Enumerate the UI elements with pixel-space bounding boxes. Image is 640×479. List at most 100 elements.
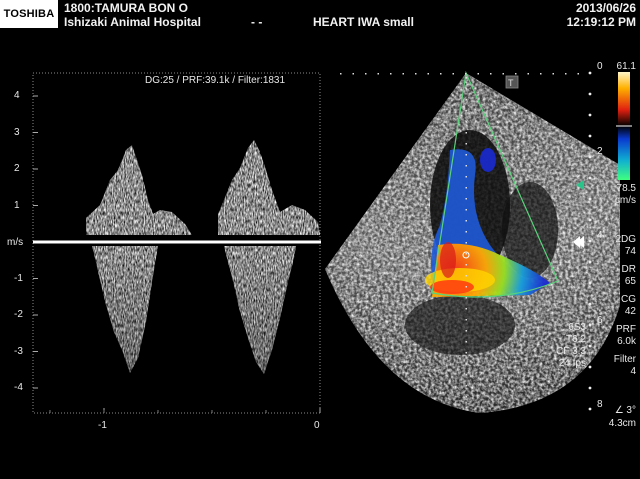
- scan-line-dot: [465, 231, 467, 233]
- setting-value: 42: [624, 306, 636, 317]
- depth-dot: [588, 344, 592, 348]
- scan-line-dot: [465, 308, 467, 310]
- depth-dot: [588, 302, 592, 306]
- top-scale-dot: [490, 73, 492, 75]
- scan-line-dot: [465, 99, 467, 101]
- color-velocity-scale: [616, 72, 632, 180]
- settings-panel: 2DG 74 DR 65 CG 42 PRF 6.0k Filter 4: [596, 234, 636, 378]
- scan-line-dot: [465, 407, 467, 409]
- pw-doppler-spectrum: [32, 72, 321, 414]
- focus-marker-icon: [576, 180, 584, 190]
- depth-dot: [588, 71, 592, 75]
- depth-dot: [588, 176, 592, 180]
- top-scale-dot: [452, 73, 454, 75]
- top-scale-dot: [540, 73, 542, 75]
- scan-line-dot: [465, 198, 467, 200]
- depth-dot: [588, 134, 592, 138]
- color-scale-max: 61.1: [616, 61, 636, 72]
- scan-line-dot: [465, 143, 467, 145]
- depth-mark-label: 2: [597, 145, 603, 157]
- setting-label: 2DG: [615, 234, 636, 245]
- scan-line-dot: [465, 275, 467, 277]
- scan-line-dot: [465, 110, 467, 112]
- scan-line-dot: [465, 352, 467, 354]
- velocity-unit: m/s: [7, 237, 24, 248]
- probe-info: 6S3 T6.2 CF 3.3 24 fps: [540, 322, 586, 370]
- top-scale-dot: [565, 73, 567, 75]
- depth-dot: [588, 113, 592, 117]
- top-scale-dot: [402, 73, 404, 75]
- scan-line-dot: [465, 176, 467, 178]
- depth-dot: [588, 260, 592, 264]
- probe-model: 6S3: [568, 322, 586, 333]
- scan-line-dot: [465, 88, 467, 90]
- scan-line-dot: [465, 330, 467, 332]
- depth-dot: [588, 281, 592, 285]
- steering-angle: ∠ 3°: [614, 405, 636, 416]
- setting-label: CG: [621, 294, 636, 305]
- top-dotted-scale: [340, 73, 579, 75]
- velocity-tick-label: 2: [14, 163, 20, 174]
- top-scale-dot: [390, 73, 392, 75]
- scan-line-dot: [465, 264, 467, 266]
- exam-date: 2013/06/26: [575, 1, 636, 15]
- scan-line-dot: [465, 374, 467, 376]
- scan-line-dot: [465, 132, 467, 134]
- setting-label: DR: [621, 264, 636, 275]
- color-scale-min: 78.5: [616, 183, 636, 194]
- color-doppler-sector-image: T: [325, 70, 620, 413]
- depth-dot: [588, 92, 592, 96]
- setting-value: 65: [624, 276, 636, 287]
- velocity-tick-label: 3: [14, 126, 20, 138]
- focus-markers: [573, 180, 584, 248]
- scan-line-dot: [465, 385, 467, 387]
- top-scale-dot: [365, 73, 367, 75]
- depth-dot: [588, 218, 592, 222]
- spectral-envelope-positive: [86, 140, 320, 235]
- velocity-tick-label: 1: [14, 199, 20, 211]
- scan-line-dot: [465, 209, 467, 211]
- scan-line-dot: [465, 253, 467, 255]
- depth-mark-label: 8: [597, 399, 603, 410]
- exam-time: 12:19:12 PM: [566, 15, 636, 29]
- setting-value: 74: [624, 246, 636, 257]
- depth-dot: [588, 155, 592, 159]
- depth-dot: [588, 365, 592, 369]
- color-scale-unit: cm/s: [614, 195, 636, 206]
- top-scale-dot: [552, 73, 554, 75]
- setting-prf: PRF 6.0k: [596, 324, 636, 348]
- velocity-tick-label: 4: [14, 90, 20, 101]
- setting-value: 4: [630, 366, 636, 377]
- setting-2dg: 2DG 74: [596, 234, 636, 258]
- velocity-tick-label: -2: [14, 309, 23, 320]
- scan-line-dot: [465, 220, 467, 222]
- top-scale-dot: [515, 73, 517, 75]
- top-scale-dot: [415, 73, 417, 75]
- scan-line-dot: [465, 319, 467, 321]
- scan-line-dot: [465, 297, 467, 299]
- transmit-frequency: T6.2: [565, 334, 586, 345]
- scan-line-dot: [465, 121, 467, 123]
- depth-dot: [588, 323, 592, 327]
- top-scale-dot: [377, 73, 379, 75]
- top-scale-dot: [465, 73, 467, 75]
- scan-line-dot: [465, 341, 467, 343]
- scan-line-dot: [465, 154, 467, 156]
- color-frequency: CF 3.3: [555, 346, 586, 357]
- setting-label: PRF: [616, 324, 636, 335]
- doppler-params: DG:25 / PRF:39.1k / Filter:1831: [145, 75, 286, 86]
- top-scale-dot: [502, 73, 504, 75]
- spectral-envelope-negative: [92, 246, 296, 374]
- time-tick-label: -1: [98, 420, 107, 431]
- top-scale-dot: [427, 73, 429, 75]
- setting-dr: DR 65: [596, 264, 636, 288]
- top-scale-dot: [352, 73, 354, 75]
- image-depth: 4.3cm: [608, 418, 636, 429]
- depth-dot: [588, 386, 592, 390]
- setting-value: 6.0k: [617, 336, 636, 347]
- top-scale-dot: [527, 73, 529, 75]
- top-scale-dot: [577, 73, 579, 75]
- time-tick-label: 0: [314, 420, 320, 431]
- top-scale-dot: [477, 73, 479, 75]
- scan-line-dot: [465, 77, 467, 79]
